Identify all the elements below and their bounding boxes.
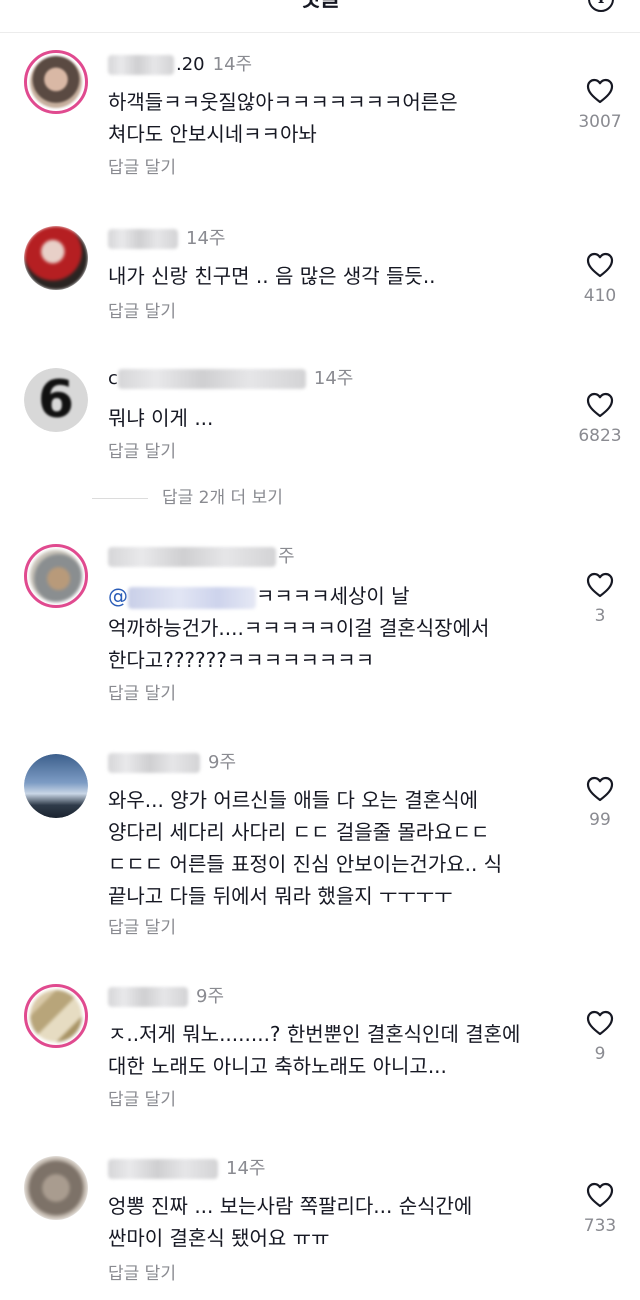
like-button[interactable]: 733 <box>566 1182 634 1238</box>
heart-outline-icon <box>586 392 614 418</box>
like-button[interactable]: 99 <box>566 776 634 832</box>
username-blurred[interactable] <box>117 369 306 389</box>
username-blurred[interactable] <box>108 229 178 249</box>
like-count: 3 <box>594 606 606 626</box>
like-button[interactable]: 6823 <box>566 392 634 448</box>
like-count: 733 <box>583 1216 617 1236</box>
timestamp: 14주 <box>313 368 354 389</box>
comment-text: ㅈ..저게 뭐노........? 한번뿐인 결혼식인데 결혼에 대한 노래도 … <box>108 1022 521 1078</box>
reply-button[interactable]: 답글 달기 <box>108 682 176 706</box>
heart-outline-icon <box>586 1010 614 1036</box>
heart-outline-icon <box>586 78 614 104</box>
reply-button[interactable]: 답글 달기 <box>108 916 176 940</box>
comment-text: 뭐냐 이게 ... <box>108 406 214 430</box>
timestamp: 14주 <box>226 1158 266 1179</box>
username-blurred[interactable] <box>108 55 174 75</box>
heart-outline-icon <box>586 776 614 802</box>
avatar[interactable] <box>24 1156 88 1220</box>
comment-meta: .20 14주 <box>108 52 252 78</box>
like-button[interactable]: 3 <box>566 572 634 628</box>
reply-button[interactable]: 답글 달기 <box>108 440 176 464</box>
reply-button[interactable]: 답글 달기 <box>108 156 176 180</box>
timestamp: 9주 <box>196 986 225 1007</box>
divider-line <box>92 497 148 499</box>
like-count: 410 <box>583 286 617 306</box>
page-title: 댓글 <box>0 0 640 12</box>
comment-text: 하객들ㅋㅋ웃질않아ㅋㅋㅋㅋㅋㅋㅋ어른은 쳐다도 안보시네ㅋㅋ아놔 <box>108 90 458 146</box>
timestamp: 14주 <box>212 54 253 75</box>
comment-text: 엉뽕 진짜 ... 보는사람 쪽팔리다... 순식간에 싼마이 결혼식 됐어요 … <box>108 1194 473 1250</box>
timestamp: 주 <box>278 546 295 567</box>
comment-meta: 9주 <box>108 750 236 776</box>
timestamp: 14주 <box>186 228 226 249</box>
like-button[interactable]: 9 <box>566 1010 634 1066</box>
like-count: 9 <box>594 1044 606 1064</box>
username-blurred[interactable] <box>108 753 200 773</box>
comment-text-first-line: ㅋㅋㅋㅋ세상이 날 <box>256 584 410 608</box>
heart-outline-icon <box>586 572 614 598</box>
reply-button[interactable]: 답글 달기 <box>108 1088 176 1112</box>
like-count: 6823 <box>578 426 622 446</box>
username-prefix: c <box>108 368 118 389</box>
username-suffix: .20 <box>176 54 205 75</box>
username-blurred[interactable] <box>108 547 276 567</box>
comment-meta: 주 <box>108 544 295 570</box>
like-button[interactable]: 410 <box>566 252 634 308</box>
heart-outline-icon <box>586 1182 614 1208</box>
mention-at[interactable]: @ <box>108 584 128 608</box>
comments-header: 댓글 i <box>0 0 640 33</box>
username-blurred[interactable] <box>108 1159 218 1179</box>
comment-meta: c 14주 <box>108 366 353 392</box>
mention-blurred[interactable] <box>128 586 256 609</box>
comment-meta: 14주 <box>108 1156 265 1182</box>
view-more-label: 답글 2개 더 보기 <box>162 488 283 508</box>
comment-text-rest: 억까하능건가....ㅋㅋㅋㅋㅋ이걸 결혼식장에서 한다고??????ㅋㅋㅋㅋㅋㅋ… <box>108 616 490 672</box>
comment-text: 와우... 양가 어르신들 애들 다 오는 결혼식에 양다리 세다리 사다리 ㄷ… <box>108 788 503 908</box>
comment-text: @ ㅋㅋㅋㅋ세상이 날 억까하능건가....ㅋㅋㅋㅋㅋ이걸 결혼식장에서 한다고?… <box>108 580 548 676</box>
timestamp: 9주 <box>208 752 237 773</box>
reply-button[interactable]: 답글 달기 <box>108 300 176 324</box>
comment-meta: 9주 <box>108 984 224 1010</box>
avatar[interactable]: 6 <box>24 368 88 432</box>
avatar[interactable] <box>24 226 88 290</box>
six-glyph: 6 <box>37 370 75 430</box>
reply-button[interactable]: 답글 달기 <box>108 1262 176 1286</box>
heart-outline-icon <box>586 252 614 278</box>
like-button[interactable]: 3007 <box>566 78 634 134</box>
avatar[interactable] <box>24 544 88 608</box>
comment-meta: 14주 <box>108 226 225 252</box>
avatar[interactable] <box>24 754 88 818</box>
comment-text: 내가 신랑 친구면 .. 음 많은 생각 들듯.. <box>108 264 436 288</box>
like-count: 99 <box>589 810 611 830</box>
avatar[interactable] <box>24 984 88 1048</box>
like-count: 3007 <box>578 112 622 132</box>
avatar[interactable] <box>24 50 88 114</box>
username-blurred[interactable] <box>108 987 188 1007</box>
view-more-replies[interactable]: 답글 2개 더 보기 <box>92 486 283 510</box>
